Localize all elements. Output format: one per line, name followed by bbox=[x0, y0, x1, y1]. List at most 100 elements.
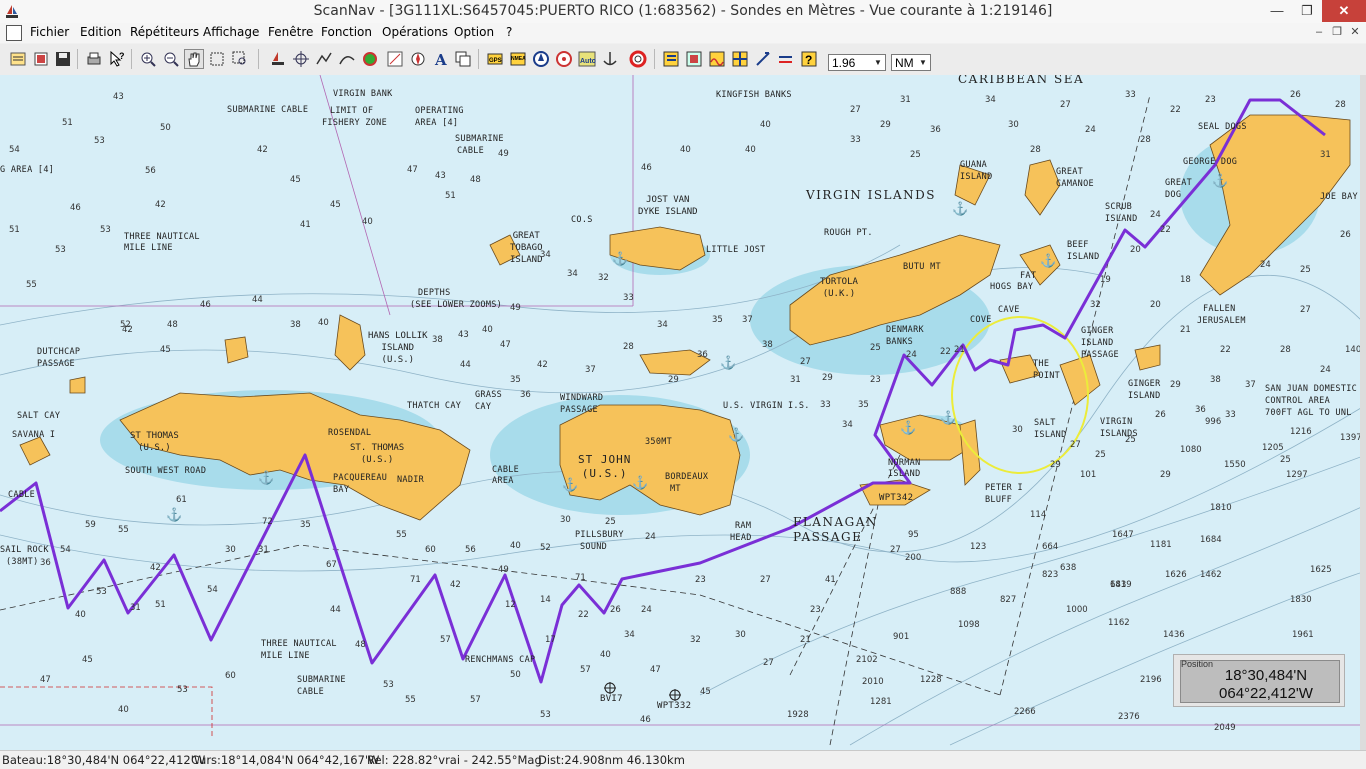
island-label-great-tobago: GREAT TOBAGO ISLAND bbox=[510, 231, 543, 265]
chart-label: (38MT) bbox=[6, 557, 39, 567]
anchor-icon: ⚓ bbox=[720, 355, 737, 370]
mdi-close-button[interactable]: ✕ bbox=[1346, 25, 1364, 40]
track-icon[interactable] bbox=[337, 49, 357, 69]
depth-sounding: 54 bbox=[60, 545, 71, 555]
chart-label: AREA [4] bbox=[415, 118, 459, 128]
text-tool-icon[interactable]: A bbox=[431, 49, 451, 69]
unit-select[interactable]: NM ▼ bbox=[891, 54, 931, 71]
arrows-icon[interactable] bbox=[776, 49, 796, 69]
depth-sounding: 49 bbox=[498, 149, 509, 159]
close-button[interactable]: ✕ bbox=[1322, 0, 1366, 22]
menu-edition[interactable]: Edition bbox=[80, 25, 122, 39]
menu-repetiteurs[interactable]: Répétiteurs bbox=[130, 25, 199, 39]
depth-sounding: 1810 bbox=[1210, 503, 1232, 513]
mdi-restore-button[interactable]: ❐ bbox=[1328, 25, 1346, 40]
center-boat-icon[interactable] bbox=[554, 49, 574, 69]
print-icon[interactable] bbox=[84, 49, 104, 69]
depth-sounding: 40 bbox=[600, 650, 611, 660]
menu-operations[interactable]: Opérations bbox=[382, 25, 448, 39]
chart-label: PASSAGE bbox=[1081, 350, 1119, 360]
waypoint-label[interactable]: WPT342 bbox=[879, 493, 913, 503]
north-up-icon[interactable] bbox=[531, 49, 551, 69]
zoom-select[interactable]: 1.96 ▼ bbox=[828, 54, 886, 71]
tide-icon[interactable] bbox=[707, 49, 727, 69]
zoom-area-icon[interactable] bbox=[230, 49, 250, 69]
grid-icon[interactable] bbox=[730, 49, 750, 69]
anchor-icon: ⚓ bbox=[258, 470, 275, 485]
wind-icon[interactable] bbox=[753, 49, 773, 69]
waypoint-marker-icon[interactable] bbox=[604, 682, 616, 694]
depth-sounding: 1626 bbox=[1165, 570, 1187, 580]
auto-icon[interactable]: Auto bbox=[577, 49, 597, 69]
position-window-label: Position bbox=[1181, 659, 1214, 669]
print-preview-icon[interactable] bbox=[31, 49, 51, 69]
chart-label: SOUND bbox=[580, 542, 608, 552]
route-line[interactable] bbox=[0, 98, 1326, 684]
pan-hand-icon[interactable] bbox=[184, 49, 204, 69]
depth-sounding: 48 bbox=[167, 320, 178, 330]
depth-sounding: 40 bbox=[318, 318, 329, 328]
depth-sounding: 51 bbox=[62, 118, 73, 128]
chart-label: KINGFISH BANKS bbox=[716, 90, 792, 100]
save-icon[interactable] bbox=[53, 49, 73, 69]
waypoint-marker-icon[interactable] bbox=[669, 689, 681, 701]
chart-label: THREE NAUTICAL bbox=[261, 639, 337, 649]
waypoint-label[interactable]: BVI7 bbox=[600, 694, 623, 704]
chart-view[interactable]: CARIBBEAN SEA VIRGIN ISLANDS FLANAGAN PA… bbox=[0, 75, 1366, 750]
menu-option[interactable]: Option bbox=[454, 25, 494, 39]
menu-affichage[interactable]: Affichage bbox=[203, 25, 259, 39]
menu-fonction[interactable]: Fonction bbox=[321, 25, 372, 39]
route-icon[interactable] bbox=[314, 49, 334, 69]
minimize-button[interactable]: — bbox=[1262, 0, 1292, 22]
chart-label: THE bbox=[1033, 359, 1050, 369]
zoom-out-icon[interactable] bbox=[161, 49, 181, 69]
depth-sounding: 35 bbox=[510, 375, 521, 385]
list-icon[interactable] bbox=[661, 49, 681, 69]
compass-icon[interactable] bbox=[408, 49, 428, 69]
menu-fichier[interactable]: Fichier bbox=[30, 25, 69, 39]
measure-icon[interactable] bbox=[385, 49, 405, 69]
depth-sounding: 20 bbox=[1150, 300, 1161, 310]
depth-sounding: 200 bbox=[905, 553, 922, 563]
gps-icon[interactable]: GPS bbox=[485, 49, 505, 69]
crosshair-icon[interactable] bbox=[291, 49, 311, 69]
open-chart-icon[interactable] bbox=[8, 49, 28, 69]
anchor-alarm-icon[interactable] bbox=[600, 49, 620, 69]
depth-sounding: 55 bbox=[396, 530, 407, 540]
menu-help[interactable]: ? bbox=[506, 25, 512, 39]
help-pointer-icon[interactable]: ? bbox=[107, 49, 127, 69]
depth-sounding: 29 bbox=[668, 375, 679, 385]
depth-sounding: 30 bbox=[225, 545, 236, 555]
depth-sounding: 53 bbox=[55, 245, 66, 255]
mark-icon[interactable] bbox=[360, 49, 380, 69]
mdi-minimize-button[interactable]: – bbox=[1310, 25, 1328, 40]
depth-sounding: 30 bbox=[735, 630, 746, 640]
document-icon[interactable] bbox=[6, 25, 22, 41]
chevron-down-icon[interactable]: ▼ bbox=[872, 56, 884, 69]
chart-catalog-icon[interactable] bbox=[684, 49, 704, 69]
scrollbar-vertical[interactable] bbox=[1360, 75, 1366, 750]
zoom-in-icon[interactable] bbox=[138, 49, 158, 69]
unit-value: NM bbox=[895, 56, 914, 70]
position-latitude: 18°30,484'N bbox=[1224, 667, 1308, 684]
depth-sounding: 27 bbox=[890, 545, 901, 555]
menu-fenetre[interactable]: Fenêtre bbox=[268, 25, 313, 39]
chevron-down-icon[interactable]: ▼ bbox=[917, 56, 929, 69]
context-help-icon[interactable]: ? bbox=[799, 49, 819, 69]
toolbar: ? A GPS NMEA Auto ? bbox=[0, 44, 1366, 95]
lifebuoy-icon[interactable] bbox=[628, 49, 648, 69]
svg-text:GPS: GPS bbox=[489, 58, 502, 64]
layers-icon[interactable] bbox=[453, 49, 473, 69]
chart-label: OPERATING bbox=[415, 106, 464, 116]
depth-sounding: 67 bbox=[326, 560, 337, 570]
chart-label: CAMANOE bbox=[1056, 179, 1094, 189]
waypoint-label[interactable]: WPT332 bbox=[657, 701, 691, 711]
nmea-icon[interactable]: NMEA bbox=[508, 49, 528, 69]
depth-sounding: 25 bbox=[910, 150, 921, 160]
anchor-icon: ⚓ bbox=[166, 507, 183, 522]
select-area-icon[interactable] bbox=[207, 49, 227, 69]
restore-button[interactable]: ❐ bbox=[1292, 0, 1322, 22]
boat-icon[interactable] bbox=[268, 49, 288, 69]
depth-sounding: 45 bbox=[700, 687, 711, 697]
position-window[interactable]: 18°30,484'N 064°22,412'W Position bbox=[1173, 654, 1345, 707]
